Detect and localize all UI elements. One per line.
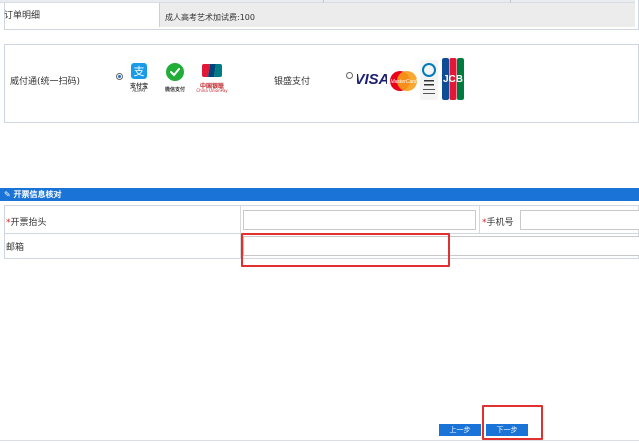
mastercard-icon: MasterCard bbox=[390, 62, 417, 100]
next-step-highlight-box bbox=[482, 405, 543, 440]
email-highlight-box bbox=[241, 233, 450, 267]
invoice-title-label: *开票抬头 bbox=[6, 215, 47, 228]
payment-option-unified-radio[interactable] bbox=[116, 73, 123, 80]
prev-step-button[interactable]: 上一步 bbox=[439, 424, 481, 436]
invoice-section-title-text: 开票信息核对 bbox=[13, 190, 62, 199]
alipay-sub-caption: ALIPAY bbox=[132, 88, 146, 93]
email-label: 邮箱 bbox=[6, 243, 25, 253]
payment-method-box bbox=[4, 44, 639, 123]
invoice-section-header bbox=[0, 188, 639, 201]
unionpay-sub-caption: China UnionPay bbox=[196, 88, 228, 93]
unionpay-icon bbox=[202, 64, 222, 77]
form-column-divider bbox=[479, 206, 480, 233]
alipay-icon: 支 bbox=[131, 63, 147, 79]
invoice-title-label-text: 开票抬头 bbox=[10, 218, 47, 228]
phone-input[interactable] bbox=[520, 210, 639, 230]
svg-text:MasterCard: MasterCard bbox=[390, 79, 416, 85]
payment-option-yinsheng-label: 银盛支付 bbox=[274, 77, 311, 87]
visa-icon: VISA bbox=[354, 66, 389, 90]
wechat-pay-icon bbox=[166, 63, 184, 81]
jcb-icon: JCB bbox=[442, 58, 464, 100]
pencil-icon: ✎ bbox=[4, 190, 11, 199]
payment-option-unified-label: 威付通(统一扫码) bbox=[10, 77, 81, 87]
bottom-divider bbox=[0, 440, 639, 441]
phone-label: *手机号 bbox=[482, 215, 514, 228]
invoice-title-input[interactable] bbox=[243, 210, 476, 230]
invoice-section-title: ✎ 开票信息核对 bbox=[4, 189, 62, 200]
diners-club-icon bbox=[420, 60, 438, 100]
order-detail-label: 订单明细 bbox=[4, 11, 41, 21]
svg-text:支: 支 bbox=[134, 65, 145, 78]
wechat-pay-caption: 微信支付 bbox=[164, 87, 185, 93]
payment-option-yinsheng-radio[interactable] bbox=[346, 72, 353, 79]
order-detail-value: 成人高考艺术加试费:100 bbox=[165, 13, 255, 22]
svg-text:JCB: JCB bbox=[443, 74, 463, 85]
phone-label-text: 手机号 bbox=[486, 218, 514, 228]
svg-text:VISA: VISA bbox=[357, 71, 387, 88]
